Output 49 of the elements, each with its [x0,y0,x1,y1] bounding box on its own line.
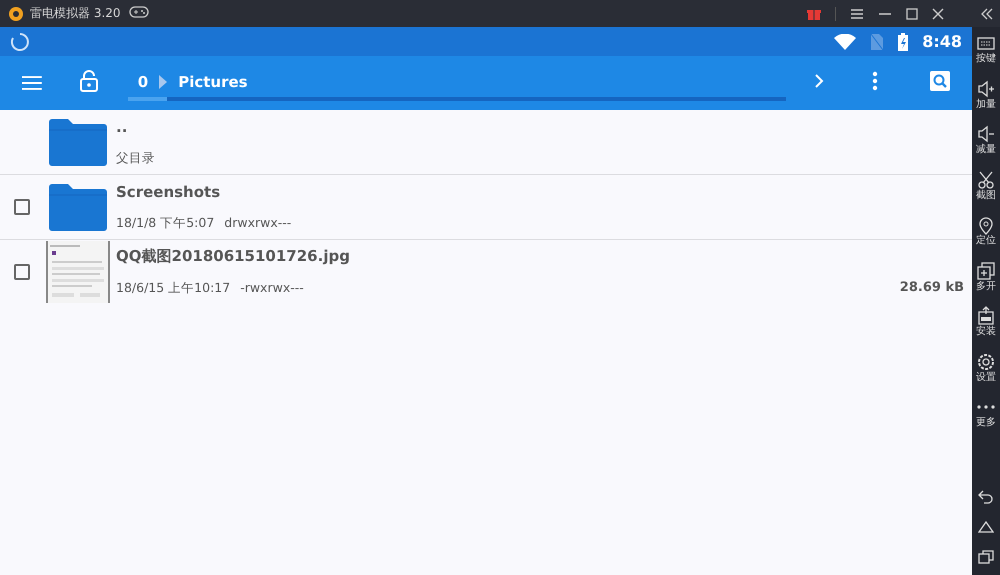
file-size: 28.69 kB [900,280,964,297]
home-icon[interactable] [978,519,994,535]
file-name: Screenshots [116,182,222,200]
scissors-icon[interactable] [976,170,996,190]
file-date: 父目录 [116,150,155,166]
folder-icon [49,118,107,166]
sidebar-label[interactable]: 定位 [976,235,996,247]
collapse-icon[interactable] [980,8,994,20]
wifi-icon [834,34,856,50]
file-date: 18/1/8 下午5:07 [116,214,214,232]
sidebar-label[interactable]: 多开 [976,280,996,292]
file-name: .. [116,118,128,136]
chevron-right-icon[interactable] [814,73,824,89]
app-logo-icon [8,6,24,22]
sidebar-label[interactable]: 设置 [976,372,996,384]
gamepad-icon[interactable] [128,5,149,19]
settings-icon[interactable] [976,352,996,372]
battery-icon [898,32,908,50]
sidebar-label[interactable]: 更多 [976,417,996,429]
checkbox[interactable] [14,264,30,280]
file-permissions: drwxrwx--- [224,214,292,232]
file-date: 18/6/15 上午10:17 [116,280,230,297]
path-crumb[interactable]: 0 [138,73,148,91]
sidebar-label[interactable]: 按键 [976,53,996,65]
unlock-icon[interactable] [80,70,98,92]
sidebar-label[interactable]: 安装 [976,326,996,338]
clock: 8:48 [922,32,962,51]
recent-apps-icon[interactable] [978,549,994,565]
maximize-icon[interactable] [906,8,918,20]
apk-install-icon[interactable] [976,306,996,326]
file-permissions: -rwxrwx--- [240,280,304,297]
sidebar-label[interactable]: 截图 [976,190,996,202]
volume-down-icon[interactable] [976,124,996,144]
loading-icon [10,32,30,52]
menu-icon[interactable] [850,8,864,20]
search-icon[interactable] [930,71,950,91]
volume-up-icon[interactable] [976,78,996,98]
multi-window-icon[interactable] [976,260,996,280]
checkbox[interactable] [14,199,30,215]
window-title: 雷电模拟器 3.20 [30,5,121,22]
back-icon[interactable] [978,489,994,505]
no-sim-icon [870,32,884,50]
close-icon[interactable] [932,8,944,20]
file-name: QQ截图20180615101726.jpg [116,247,351,266]
chevron-icon [158,75,168,89]
sidebar-label[interactable]: 减量 [976,144,996,156]
folder-icon [49,183,107,231]
sidebar-label[interactable]: 加量 [976,98,996,110]
path-crumb[interactable]: Pictures [178,73,248,91]
